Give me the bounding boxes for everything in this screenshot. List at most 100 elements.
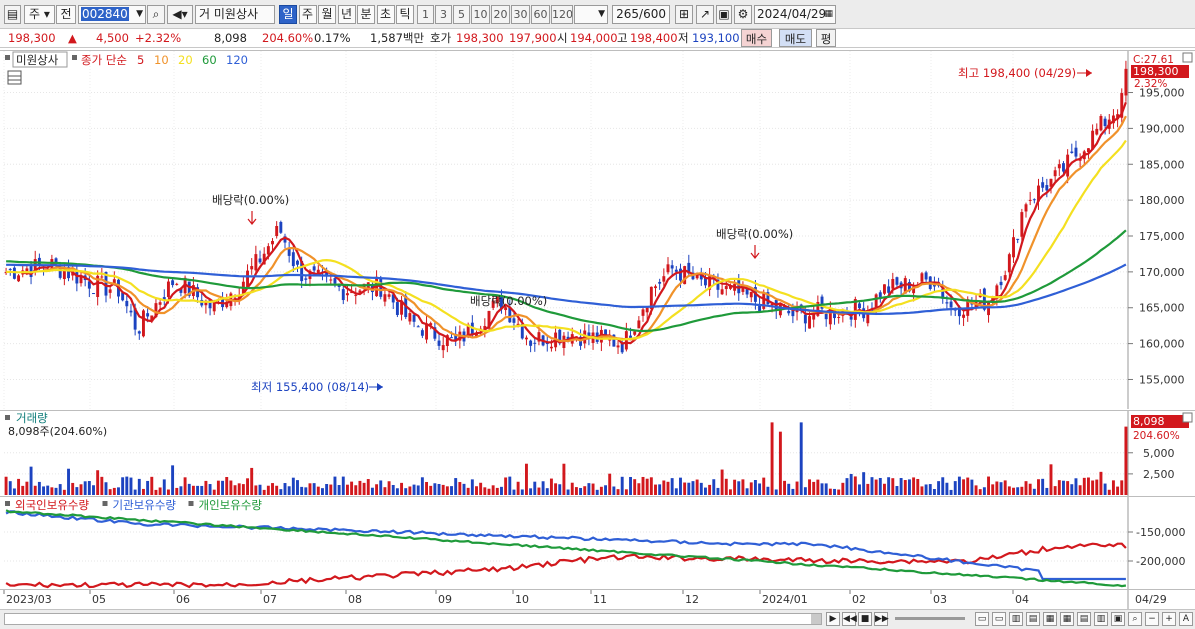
volume-bar (1074, 478, 1078, 495)
chart-icon[interactable]: ▤ (4, 5, 21, 24)
view-icon-9[interactable]: ▣ (1111, 612, 1125, 626)
volume-bar (162, 479, 166, 495)
chart-scrollbar[interactable] (4, 613, 822, 625)
save-icon[interactable]: ▣ (716, 5, 732, 24)
candle-body (999, 281, 1003, 286)
price-chart[interactable]: 195,000190,000185,000180,000175,000170,0… (0, 51, 1195, 409)
search-icon[interactable]: ⌕ (147, 5, 165, 24)
price-tag-value: 198,300 (1133, 65, 1179, 78)
scroll-right-icon[interactable]: ▶ (826, 612, 840, 626)
view-icon-3[interactable]: ▥ (1009, 612, 1023, 626)
volume-bar (383, 487, 387, 495)
volume-bar (254, 485, 258, 495)
view-icon-1[interactable]: ▭ (975, 612, 989, 626)
market-scope-select[interactable]: 전 (56, 5, 76, 24)
fast-forward-icon[interactable]: ▶▶ (874, 612, 889, 626)
speaker-icon[interactable]: ◀▾ (167, 5, 193, 24)
volume-bar (1086, 477, 1090, 495)
volume-bar (1095, 479, 1099, 495)
volume-bar (599, 486, 603, 495)
zoom-out-icon[interactable]: − (1145, 612, 1159, 626)
interval-button-120[interactable]: 120 (551, 5, 573, 24)
rewind-icon[interactable]: ◀◀ (842, 612, 857, 626)
period-tab-3[interactable]: 년 (337, 5, 356, 24)
volume-bar (787, 483, 791, 495)
high-price: 198,400 (630, 31, 678, 45)
gear-icon[interactable]: ⚙ (734, 5, 752, 24)
volume-bar (974, 485, 978, 495)
stop-icon[interactable]: ■ (858, 612, 872, 626)
volume-bar (733, 479, 737, 495)
view-icon-6[interactable]: ▦ (1060, 612, 1074, 626)
zoom-in-icon[interactable]: + (1162, 612, 1176, 626)
candle-body (62, 270, 66, 280)
holding-legend-1: 기관보유수량 (113, 498, 177, 512)
candle-body (658, 281, 662, 284)
volume-bar (433, 483, 437, 495)
candle-body (333, 278, 337, 284)
volume-bar (441, 484, 445, 495)
stock-name-field[interactable]: 거 미원상사 (195, 5, 275, 24)
interval-button-30[interactable]: 30 (511, 5, 530, 24)
candle-body (508, 307, 512, 323)
interval-select[interactable]: ▼ (574, 5, 608, 24)
interval-button-20[interactable]: 20 (491, 5, 510, 24)
view-icon-8[interactable]: ▥ (1094, 612, 1108, 626)
candle-body (279, 221, 283, 233)
x-axis-label: 05 (92, 593, 106, 606)
candle-body (787, 310, 791, 314)
buy-button[interactable]: 매수 (741, 29, 772, 47)
price-legend: 미원상사 종가 단순 5 10 20 60 120 (5, 51, 248, 68)
volume-bar (62, 489, 66, 495)
holding-chart[interactable]: -150,000 -200,000 외국인보유수량 기관보유수량 개인보유수량 (0, 497, 1195, 589)
volume-bar (387, 481, 391, 495)
view-icon-2[interactable]: ▭ (992, 612, 1006, 626)
volume-bar (366, 479, 370, 495)
font-size-icon[interactable]: A (1179, 612, 1193, 626)
candle-type-icon[interactable]: ⊞ (675, 5, 693, 24)
volume-bar (287, 486, 291, 495)
period-tab-6[interactable]: 틱 (396, 5, 414, 24)
indicator-icon[interactable]: ↗ (696, 5, 714, 24)
data-count-input[interactable]: 265/600 (612, 5, 670, 24)
high-label: 고 (617, 31, 628, 45)
volume-bar (699, 482, 703, 495)
interval-button-3[interactable]: 3 (435, 5, 452, 24)
volume-chart[interactable]: 5,000 2,500 거래량8,098주(204.60%) 8,098 204.60% (0, 411, 1195, 496)
volume-bar (142, 488, 145, 495)
market-type-select[interactable]: 주 ▾ (24, 5, 55, 24)
volume-bar (508, 476, 512, 495)
period-tab-2[interactable]: 월 (318, 5, 336, 24)
candle-body (874, 294, 878, 308)
evaluation-button[interactable]: 평 (816, 29, 836, 47)
period-tab-5[interactable]: 초 (376, 5, 395, 24)
volume-bar (337, 485, 341, 495)
x-axis-label: 08 (348, 593, 362, 606)
interval-button-10[interactable]: 10 (471, 5, 490, 24)
period-tab-1[interactable]: 주 (298, 5, 317, 24)
candle-body (100, 276, 104, 278)
ask-price: 198,300 (456, 31, 504, 45)
candle-body (633, 331, 637, 335)
x-axis-label: 12 (685, 593, 699, 606)
volume-bar (333, 476, 337, 495)
date-input[interactable]: 2024/04/29 ▦ (754, 5, 836, 24)
period-tab-4[interactable]: 분 (357, 5, 375, 24)
sell-button[interactable]: 매도 (779, 29, 812, 47)
view-icon-7[interactable]: ▤ (1077, 612, 1091, 626)
view-icon-4[interactable]: ▤ (1026, 612, 1040, 626)
view-icon-5[interactable]: ▦ (1043, 612, 1057, 626)
interval-button-5[interactable]: 5 (453, 5, 470, 24)
candle-body (920, 273, 924, 282)
scroll-thumb[interactable] (811, 614, 821, 624)
interval-button-1[interactable]: 1 (417, 5, 434, 24)
interval-button-60[interactable]: 60 (531, 5, 550, 24)
volume-bar (862, 472, 866, 495)
volume-bar (229, 480, 233, 495)
stock-code-input[interactable]: 002840 ▼ (78, 5, 146, 24)
magnifier-icon[interactable]: ⌕ (1128, 612, 1142, 626)
period-tab-0[interactable]: 일 (279, 5, 297, 24)
zoom-slider[interactable] (895, 617, 965, 620)
volume-bar (462, 483, 466, 495)
volume-bar (400, 482, 404, 495)
